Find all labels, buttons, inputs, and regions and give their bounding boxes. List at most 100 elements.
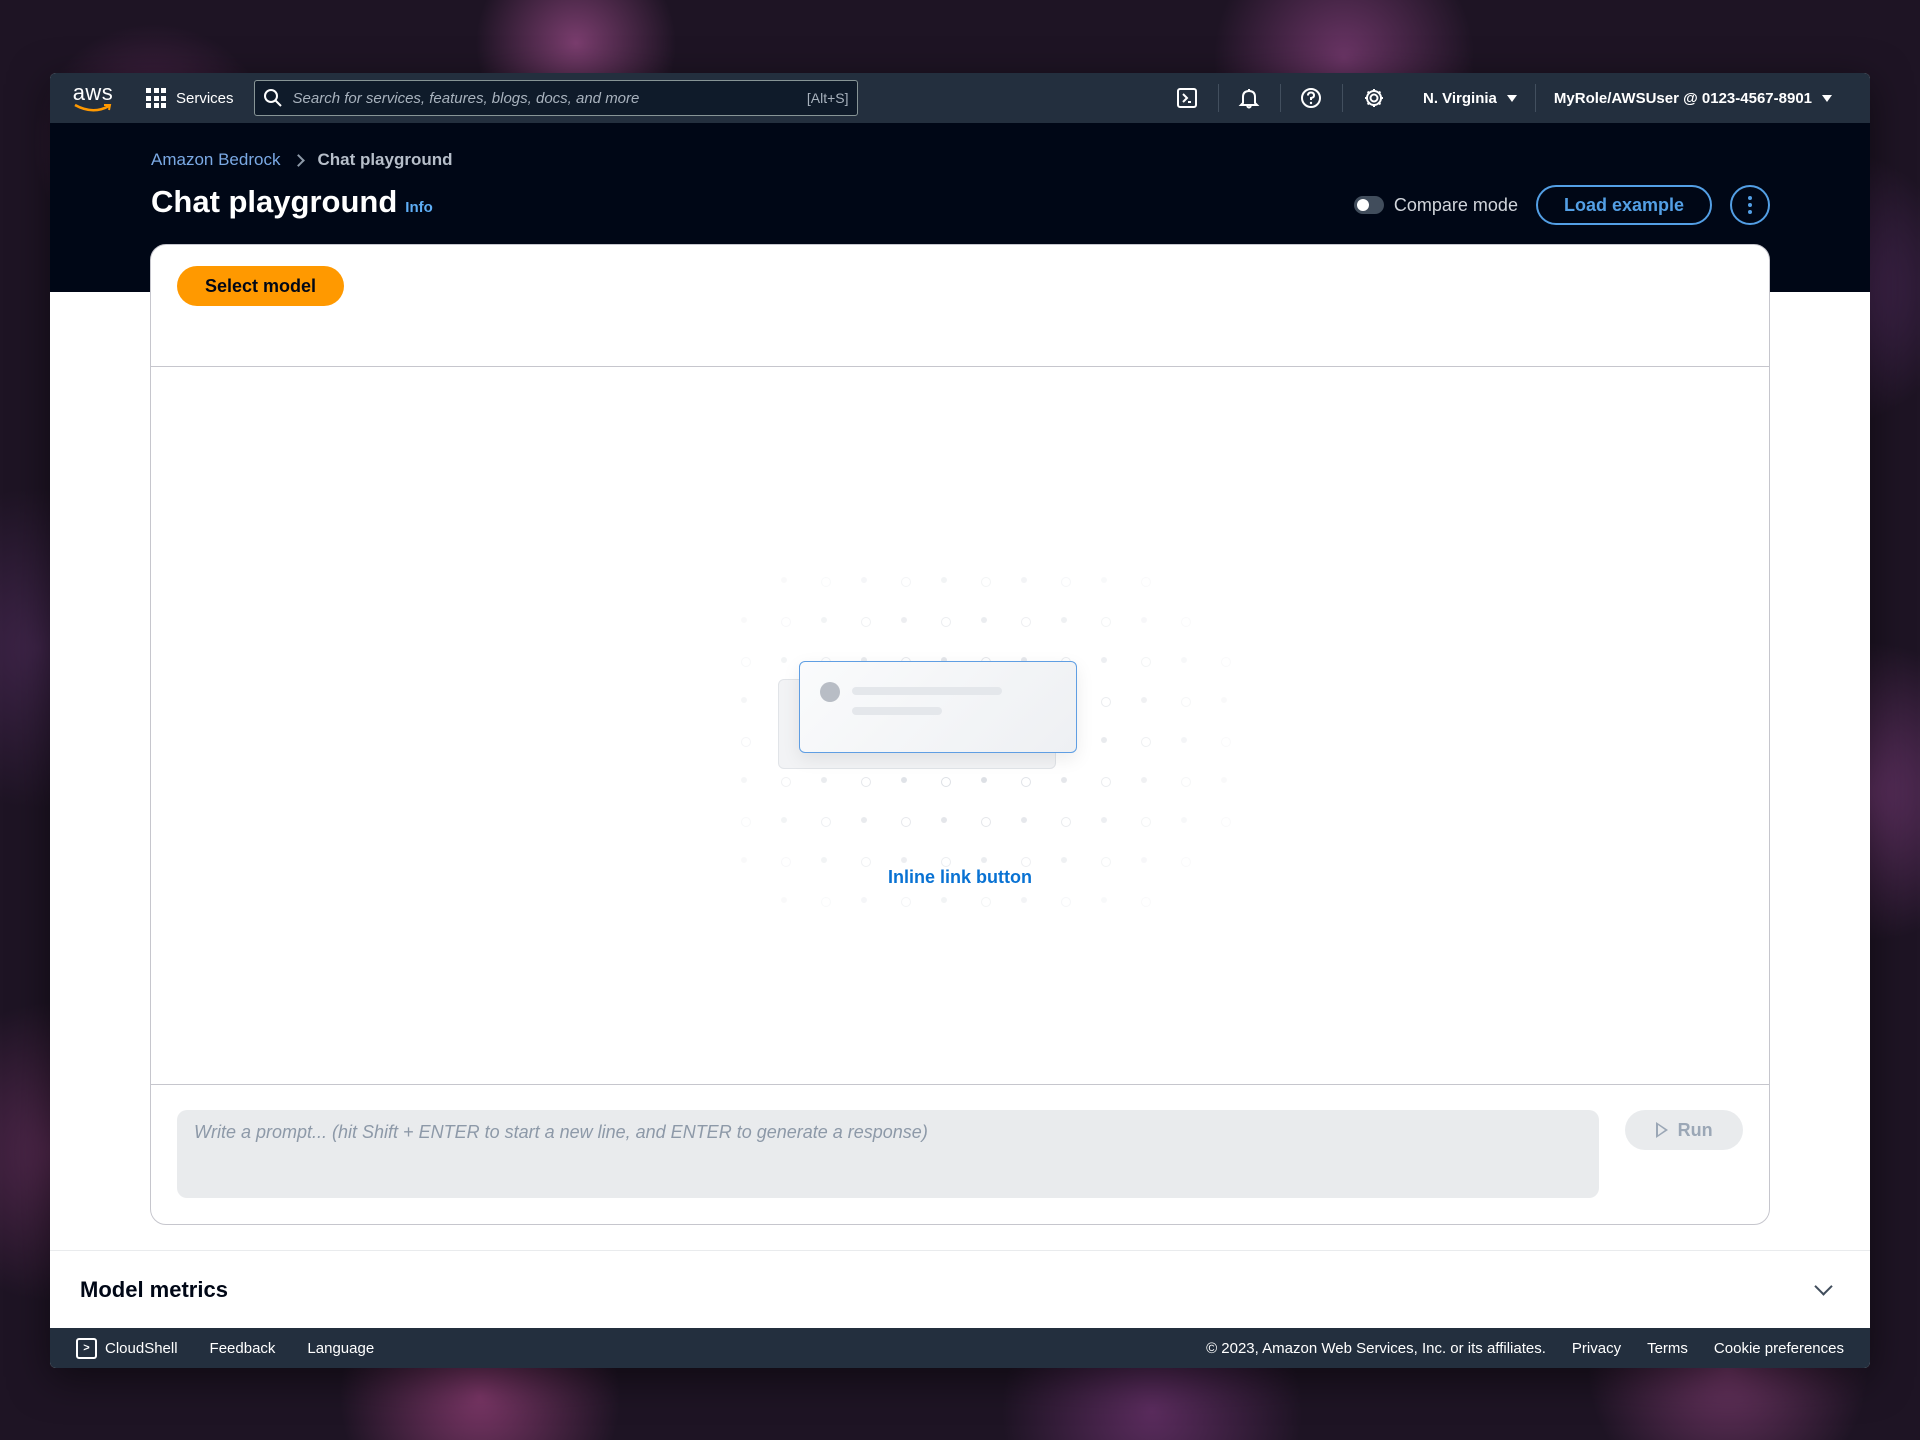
- dot-pattern-mark: [781, 577, 787, 583]
- dot-pattern-mark: [1141, 737, 1151, 747]
- run-label: Run: [1677, 1119, 1713, 1140]
- help-icon: [1301, 88, 1322, 108]
- chat-area: Inline link button: [151, 367, 1769, 1085]
- dot-pattern-mark: [1221, 697, 1227, 703]
- services-label: Services: [176, 89, 234, 107]
- prompt-row: Run: [151, 1085, 1769, 1223]
- illustration-avatar: [820, 682, 840, 702]
- footer-terms[interactable]: Terms: [1647, 1340, 1688, 1357]
- dot-pattern-mark: [1181, 737, 1187, 743]
- empty-state-illustration: [721, 567, 1231, 907]
- prompt-input[interactable]: [177, 1110, 1600, 1198]
- dot-pattern-mark: [821, 857, 827, 863]
- region-selector[interactable]: N. Virginia: [1405, 84, 1536, 112]
- dot-pattern-mark: [981, 817, 991, 827]
- dot-pattern-mark: [861, 577, 867, 583]
- inline-link-button[interactable]: Inline link button: [151, 867, 1769, 888]
- dot-pattern-mark: [1141, 817, 1151, 827]
- dot-icon: [1748, 196, 1752, 200]
- dot-pattern-mark: [941, 857, 951, 867]
- inline-link-label[interactable]: Inline link button: [888, 867, 1032, 887]
- aws-logo[interactable]: aws: [70, 82, 116, 113]
- dot-pattern-mark: [1061, 817, 1071, 827]
- dot-pattern-mark: [981, 857, 987, 863]
- breadcrumb-link-bedrock[interactable]: Amazon Bedrock: [151, 150, 280, 170]
- help-button[interactable]: [1281, 84, 1343, 112]
- dot-pattern-mark: [941, 777, 951, 787]
- dot-pattern-mark: [861, 617, 871, 627]
- footer-copyright: © 2023, Amazon Web Services, Inc. or its…: [1206, 1339, 1546, 1357]
- footer-privacy[interactable]: Privacy: [1572, 1340, 1621, 1357]
- dot-pattern-mark: [1101, 577, 1107, 583]
- settings-button[interactable]: [1343, 84, 1405, 112]
- dot-pattern-mark: [1181, 777, 1191, 787]
- info-link[interactable]: Info: [405, 199, 433, 216]
- footer-language[interactable]: Language: [307, 1340, 374, 1357]
- dot-pattern-mark: [781, 897, 787, 903]
- dot-pattern-mark: [901, 777, 907, 783]
- footer-cloudshell[interactable]: > CloudShell: [76, 1337, 178, 1359]
- dot-pattern-mark: [741, 657, 751, 667]
- dot-pattern-mark: [1101, 857, 1111, 867]
- select-model-button[interactable]: Select model: [177, 266, 345, 306]
- toggle-switch[interactable]: [1353, 196, 1384, 214]
- dot-pattern-mark: [1061, 897, 1071, 907]
- dot-pattern-mark: [1181, 657, 1187, 663]
- footer-feedback[interactable]: Feedback: [210, 1340, 276, 1357]
- dot-pattern-mark: [781, 657, 787, 663]
- dot-pattern-mark: [1221, 777, 1227, 783]
- dot-pattern-mark: [1221, 817, 1231, 827]
- dot-pattern-mark: [1181, 617, 1191, 627]
- illustration-card: [799, 661, 1077, 753]
- bell-icon: [1239, 89, 1260, 109]
- caret-down-icon: [1822, 94, 1832, 102]
- more-actions-button[interactable]: [1730, 185, 1770, 225]
- dot-pattern-mark: [1061, 777, 1067, 783]
- dot-pattern-mark: [941, 897, 947, 903]
- cloudshell-icon: >: [76, 1337, 97, 1359]
- dot-pattern-mark: [1221, 657, 1231, 667]
- dot-pattern-mark: [941, 577, 947, 583]
- play-icon: [1655, 1122, 1668, 1138]
- compare-mode-toggle[interactable]: Compare mode: [1353, 195, 1518, 216]
- account-menu[interactable]: MyRole/AWSUser @ 0123-4567-8901: [1536, 90, 1850, 107]
- cloudshell-button[interactable]: [1157, 84, 1219, 112]
- dot-pattern-mark: [741, 617, 747, 623]
- browser-window: aws Services [Alt+S]: [50, 73, 1870, 1368]
- header-actions: Compare mode Load example: [1353, 185, 1770, 225]
- top-navigation: aws Services [Alt+S]: [50, 73, 1870, 123]
- dot-pattern-mark: [981, 617, 987, 623]
- dot-pattern-mark: [821, 817, 831, 827]
- dot-pattern-mark: [861, 777, 871, 787]
- dot-pattern-mark: [821, 777, 827, 783]
- dot-pattern-mark: [1101, 777, 1111, 787]
- gear-icon: [1364, 89, 1383, 107]
- dot-pattern-mark: [1101, 697, 1111, 707]
- dot-pattern-mark: [1141, 657, 1151, 667]
- search-bar[interactable]: [Alt+S]: [253, 80, 858, 116]
- footer-cookie-preferences[interactable]: Cookie preferences: [1714, 1340, 1844, 1357]
- model-metrics-section[interactable]: Model metrics: [50, 1250, 1870, 1328]
- region-label: N. Virginia: [1422, 89, 1497, 107]
- dot-pattern-mark: [1181, 857, 1191, 867]
- dot-pattern-mark: [901, 897, 911, 907]
- dot-pattern-mark: [781, 817, 787, 823]
- search-input[interactable]: [292, 89, 797, 107]
- dot-pattern-mark: [1021, 857, 1031, 867]
- nav-right: N. Virginia MyRole/AWSUser @ 0123-4567-8…: [1157, 73, 1850, 123]
- illustration-line: [852, 687, 1002, 695]
- dot-pattern-mark: [741, 737, 751, 747]
- dot-pattern-mark: [1061, 577, 1071, 587]
- chevron-down-icon[interactable]: [1814, 1277, 1833, 1296]
- dot-pattern-mark: [781, 777, 791, 787]
- dot-pattern-mark: [901, 577, 911, 587]
- load-example-button[interactable]: Load example: [1535, 185, 1712, 225]
- notifications-button[interactable]: [1219, 84, 1281, 112]
- account-label: MyRole/AWSUser @ 0123-4567-8901: [1553, 89, 1812, 107]
- dot-pattern-mark: [861, 817, 867, 823]
- breadcrumb: Amazon Bedrock Chat playground: [151, 150, 453, 170]
- dot-pattern-mark: [781, 857, 791, 867]
- services-menu[interactable]: Services: [146, 88, 234, 108]
- dot-pattern-mark: [861, 857, 871, 867]
- run-button[interactable]: Run: [1625, 1110, 1743, 1150]
